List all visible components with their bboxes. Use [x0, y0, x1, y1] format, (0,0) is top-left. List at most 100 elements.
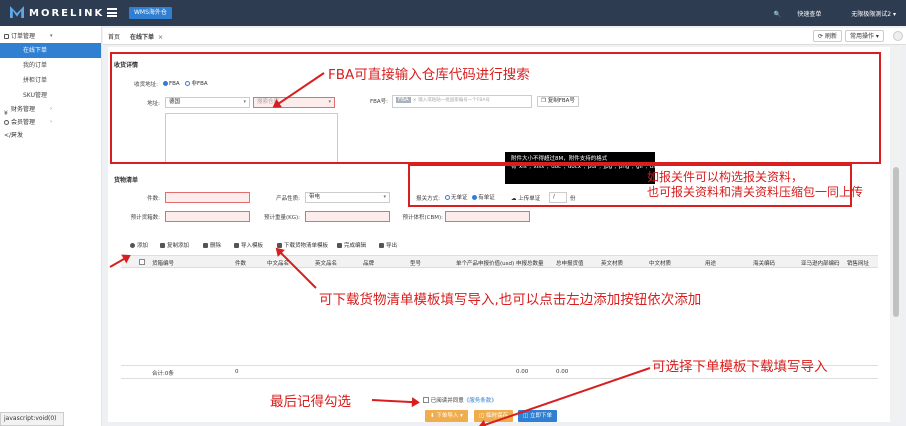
- cargo-section-title: 货物清单: [114, 177, 139, 184]
- import-template-label: 导入模板: [241, 243, 264, 249]
- download-template-button[interactable]: 下载货物清单模板: [277, 241, 328, 249]
- declare-annotation-2: 也可报关资料和清关资料压缩包一同上传: [647, 185, 864, 199]
- order-template-annotation: 可选择下单模板下载填写导入: [652, 359, 828, 375]
- quick-search-link[interactable]: 🔍 快速查单: [774, 11, 821, 18]
- sidebar-group-label: 财务管理: [11, 106, 36, 113]
- col-cn-material[interactable]: 中文材质: [649, 259, 671, 267]
- user-icon: [4, 120, 9, 125]
- tab-online-order[interactable]: 在线下单 ×: [130, 32, 163, 41]
- submit-order-label: 立即下单: [529, 413, 552, 419]
- total-pieces: 0: [235, 369, 239, 375]
- sidebar-group-finance[interactable]: ¥ 财务管理 ›: [0, 103, 101, 117]
- col-hs-code[interactable]: 海关编码: [753, 259, 775, 267]
- logo-icon: [10, 6, 24, 18]
- copy-add-label: 复制添加: [167, 243, 190, 249]
- finish-edit-label: 完成编辑: [344, 243, 367, 249]
- total-value: 0.00: [556, 369, 569, 375]
- product-type-select[interactable]: 带电 ▾: [305, 192, 390, 203]
- est-weight-input[interactable]: [305, 211, 390, 222]
- col-box-no[interactable]: 货箱编号: [152, 259, 174, 267]
- pieces-input[interactable]: [165, 192, 250, 203]
- finish-edit-button[interactable]: 完成编辑: [337, 241, 366, 249]
- finance-icon: ¥: [4, 110, 8, 117]
- save-icon: ◫: [479, 413, 485, 419]
- chevron-right-icon: ›: [50, 106, 52, 112]
- add-button[interactable]: 添加: [130, 241, 148, 249]
- plus-icon: [130, 243, 135, 248]
- refresh-button[interactable]: ⟳ 刷新: [813, 30, 842, 42]
- upload-icon: [234, 243, 239, 248]
- col-pieces[interactable]: 件数: [235, 259, 246, 267]
- sidebar-group-dev[interactable]: </> 开发: [0, 129, 101, 142]
- export-button[interactable]: 导出: [379, 241, 397, 249]
- cargo-table-header: 货箱编号 件数 中文品名 英文品名 品牌 型号 单个产品申报价值(usd) 申报…: [121, 255, 878, 268]
- trash-icon: [203, 243, 208, 248]
- col-sales-url[interactable]: 销售网址: [847, 259, 869, 267]
- terms-link[interactable]: 《服务条款》: [464, 398, 497, 404]
- system-switch-button[interactable]: WMS海外仓: [129, 7, 172, 19]
- status-icon: [893, 31, 903, 41]
- pieces-label: 件数:: [147, 196, 160, 202]
- col-brand[interactable]: 品牌: [363, 259, 374, 267]
- agree-terms: 已阅读并同意《服务条款》: [423, 396, 497, 404]
- total-rows: 合计:0条: [152, 371, 174, 377]
- last-check-annotation: 最后记得勾选: [270, 394, 351, 410]
- col-total-qty[interactable]: 申报总数量: [516, 259, 544, 267]
- agree-label: 已阅读并同意: [430, 398, 464, 404]
- col-cn-name[interactable]: 中文品名: [267, 259, 289, 267]
- total-qty: 0.00: [516, 369, 529, 375]
- code-icon: </>: [4, 132, 17, 139]
- copy-add-button[interactable]: 复制添加: [160, 241, 189, 249]
- col-en-material[interactable]: 英文材质: [601, 259, 623, 267]
- agree-checkbox[interactable]: [423, 397, 429, 403]
- menu-toggle-icon[interactable]: [107, 8, 117, 17]
- col-total-value[interactable]: 总申报货值: [556, 259, 584, 267]
- col-unit-value[interactable]: 单个产品申报价值(usd): [456, 259, 514, 267]
- tab-home[interactable]: 首页: [108, 32, 120, 41]
- user-menu[interactable]: 无限极限测试2 ▾: [837, 11, 896, 18]
- common-ops-button[interactable]: 常用操作 ▾: [845, 30, 884, 42]
- fba-annotation: FBA可直接输入仓库代码进行搜索: [328, 67, 530, 83]
- import-template-button[interactable]: 导入模板: [234, 241, 263, 249]
- sidebar-item-consolidated-orders[interactable]: 拼柜订单: [0, 73, 101, 88]
- top-right-menu: 🔍 快速查单 无限极限测试2 ▾: [760, 9, 896, 18]
- sidebar-group-members[interactable]: 会员管理 ›: [0, 116, 101, 129]
- declare-annotation-1: 如报关件可以构选报关资料，: [647, 170, 804, 184]
- sidebar-group-orders[interactable]: 订单管理 ▾: [0, 30, 101, 43]
- export-icon: [379, 243, 384, 248]
- col-usage[interactable]: 用途: [705, 259, 716, 267]
- scroll-thumb[interactable]: [893, 167, 899, 317]
- export-label: 导出: [386, 243, 398, 249]
- submit-icon: ◫: [523, 413, 529, 419]
- add-label: 添加: [137, 243, 149, 249]
- tab-bar: 首页 在线下单 × ⟳ 刷新 常用操作 ▾: [103, 28, 906, 45]
- delete-label: 删除: [210, 243, 222, 249]
- col-amazon-code[interactable]: 亚马逊内部编码: [801, 259, 840, 267]
- col-model[interactable]: 型号: [410, 259, 421, 267]
- common-ops-label: 常用操作: [850, 33, 875, 40]
- cargo-table-body: [121, 268, 878, 366]
- close-icon[interactable]: ×: [158, 34, 163, 41]
- logo-text: MORELINK: [29, 8, 105, 19]
- sidebar-item-online-order[interactable]: 在线下单: [0, 43, 101, 58]
- top-navbar: MORELINK WMS海外仓 🔍 快速查单 无限极限测试2 ▾: [0, 0, 906, 26]
- sidebar: 订单管理 ▾ 在线下单 我的订单 拼柜订单 SKU管理 ¥ 财务管理 › 会员管理 › …: [0, 26, 102, 426]
- order-icon: [4, 34, 9, 39]
- order-import-label: 下单导入: [436, 413, 459, 419]
- est-weight-label: 预计重量(KG):: [263, 215, 300, 221]
- product-type-value: 带电: [309, 194, 321, 200]
- delete-button[interactable]: 删除: [203, 241, 221, 249]
- scrollbar[interactable]: [892, 47, 900, 422]
- est-volume-label: 预计体积(CBM):: [402, 215, 443, 221]
- product-type-label: 产品性质:: [276, 196, 300, 202]
- sidebar-item-my-orders[interactable]: 我的订单: [0, 58, 101, 73]
- col-en-name[interactable]: 英文品名: [315, 259, 337, 267]
- sidebar-group-label: 订单管理: [11, 33, 36, 40]
- select-all-checkbox[interactable]: [139, 259, 145, 265]
- sidebar-item-sku[interactable]: SKU管理: [0, 88, 101, 103]
- est-volume-input[interactable]: [445, 211, 530, 222]
- order-import-button[interactable]: ⬇ 下单导入 ▾: [425, 410, 468, 422]
- chevron-right-icon: ›: [50, 119, 52, 125]
- logo: MORELINK: [10, 6, 104, 19]
- est-boxes-input[interactable]: [165, 211, 250, 222]
